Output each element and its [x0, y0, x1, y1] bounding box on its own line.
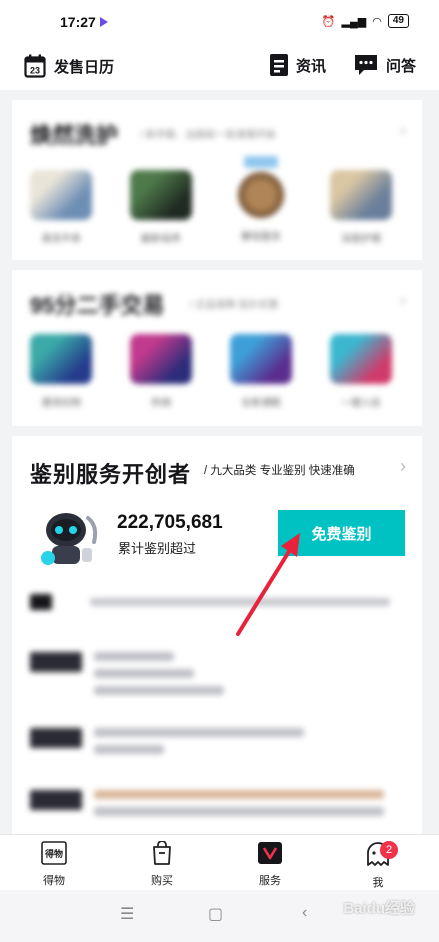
tab-dewu[interactable]: 得物 得物 [24, 841, 84, 888]
news-icon [270, 54, 288, 76]
news-link[interactable]: 资讯 [270, 54, 326, 76]
product-label: 翻新保养 [141, 234, 181, 245]
top-nav: 23 发售日历 资讯 问答 [0, 44, 439, 90]
product-label: 一键入驻 [341, 398, 381, 409]
secondhand-subtitle: / 正品保障 低价优惠 [190, 300, 279, 311]
release-calendar-label: 发售日历 [54, 58, 115, 76]
qa-link[interactable]: 问答 [354, 54, 416, 76]
status-icons: ⏰ ▂▄▆ ◠ 49 [322, 14, 409, 28]
status-bar: 17:27 ⏰ ▂▄▆ ◠ 49 [0, 0, 439, 44]
product-image [330, 170, 392, 220]
product-image [238, 172, 284, 218]
chevron-right-icon[interactable]: › [400, 456, 406, 477]
menu-icon[interactable]: ☰ [120, 904, 134, 924]
chevron-right-icon: › [400, 120, 406, 140]
feed-item-text [94, 790, 384, 824]
feed-item[interactable] [30, 790, 384, 824]
release-calendar-link[interactable]: 23 发售日历 [24, 54, 114, 78]
calendar-day: 23 [30, 66, 40, 76]
secondhand-product[interactable]: 全新潮鞋 [226, 334, 296, 409]
care-section[interactable]: 焕然洗护 / 新手鞋、出趟前一些清理开始 › 清洗平券 翻新保养 攀现服务 深度… [12, 100, 422, 260]
product-label: 攀现服务 [241, 232, 281, 243]
product-label: 热销 [151, 398, 171, 409]
care-product[interactable]: 深度护理 [326, 170, 396, 245]
feed-header-text [90, 598, 390, 606]
product-image [30, 334, 92, 384]
notification-badge: 2 [380, 841, 398, 859]
qa-label: 问答 [386, 57, 417, 75]
shopping-bag-icon [153, 840, 171, 865]
care-product[interactable]: 翻新保养 [126, 170, 196, 245]
product-image [30, 170, 92, 220]
feed-header-bar [30, 594, 52, 610]
care-product-tag [244, 156, 278, 168]
bottom-tab-bar: 得物 得物 购买 服务 2 我 [0, 834, 439, 890]
secondhand-product[interactable]: 潮流玩物 [26, 334, 96, 409]
tab-label: 我 [372, 877, 384, 889]
product-label: 潮流玩物 [41, 398, 81, 409]
product-image [230, 334, 292, 384]
dewu-logo-icon: 得物 [41, 841, 67, 865]
play-icon [100, 17, 108, 27]
dewu-logo-text: 得物 [44, 848, 63, 859]
secondhand-product[interactable]: 一键入驻 [326, 334, 396, 409]
service-logo-icon [258, 842, 282, 864]
product-label: 全新潮鞋 [241, 398, 281, 409]
status-time: 17:27 [60, 14, 96, 30]
wifi-icon: ◠ [372, 15, 382, 28]
tab-me[interactable]: 2 我 [348, 841, 408, 890]
product-image [330, 334, 392, 384]
product-label: 清洗平券 [41, 234, 81, 245]
feed-item-tag [30, 728, 82, 748]
feed-item-text [94, 652, 224, 703]
secondhand-section-content: 95分二手交易 / 正品保障 低价优惠 › 潮流玩物 热销 全新潮鞋 一键入驻 [12, 270, 422, 426]
authentication-section: 鉴别服务开创者 / 九大品类 专业鉴别 快速准确 › 222,705,681 累… [12, 436, 422, 836]
battery-indicator: 49 [387, 14, 409, 28]
signal-icon: ▂▄▆ [341, 15, 367, 28]
tab-service[interactable]: 服务 [240, 841, 300, 888]
product-image [130, 170, 192, 220]
news-label: 资讯 [296, 57, 327, 75]
calendar-icon: 23 [24, 54, 46, 78]
chevron-right-icon: › [400, 290, 406, 310]
product-label: 深度护理 [341, 234, 381, 245]
robot-mascot-icon [41, 513, 98, 565]
care-product[interactable]: 攀现服务 [226, 156, 296, 243]
product-image [130, 334, 192, 384]
secondhand-section[interactable]: 95分二手交易 / 正品保障 低价优惠 › 潮流玩物 热销 全新潮鞋 一键入驻 [12, 270, 422, 426]
free-authentication-button[interactable]: 免费鉴别 [278, 510, 405, 556]
tab-buy[interactable]: 购买 [132, 840, 192, 888]
back-icon[interactable]: ‹ [302, 904, 307, 922]
alarm-icon: ⏰ [321, 15, 336, 28]
auth-feed-blurred [12, 586, 422, 836]
care-title: 焕然洗护 [30, 123, 119, 148]
tab-label: 得物 [43, 875, 65, 887]
auth-title: 鉴别服务开创者 [30, 462, 192, 487]
care-product[interactable]: 清洗平券 [26, 170, 96, 245]
feed-item-tag [30, 652, 82, 672]
feed-item-tag [30, 790, 82, 810]
chat-icon [355, 55, 377, 75]
feed-item-text [94, 728, 304, 762]
auth-count-label: 累计鉴别超过 [118, 541, 197, 556]
baidu-watermark: Baidu经验 [343, 900, 415, 917]
secondhand-product[interactable]: 热销 [126, 334, 196, 409]
auth-count: 222,705,681 [117, 512, 223, 533]
tab-label: 服务 [259, 875, 281, 887]
feed-item[interactable] [30, 728, 304, 762]
home-icon[interactable]: ▢ [208, 904, 223, 924]
auth-subtitle: / 九大品类 专业鉴别 快速准确 [204, 465, 355, 477]
care-subtitle: / 新手鞋、出趟前一些清理开始 [140, 130, 276, 141]
tab-label: 购买 [151, 875, 173, 887]
care-section-content: 焕然洗护 / 新手鞋、出趟前一些清理开始 › 清洗平券 翻新保养 攀现服务 深度… [12, 100, 422, 260]
feed-item[interactable] [30, 652, 224, 703]
secondhand-title: 95分二手交易 [30, 293, 165, 318]
